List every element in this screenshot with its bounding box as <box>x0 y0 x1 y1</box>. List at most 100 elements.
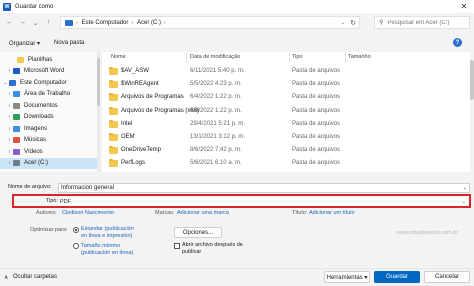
location-icon <box>13 148 20 155</box>
sidebar-item[interactable]: › Microsoft Word <box>0 66 97 77</box>
sidebar-item[interactable]: › Downloads <box>0 112 97 123</box>
file-date: 13/1/2021 3:12 p. m. <box>190 134 246 140</box>
optimize-minimum-line2[interactable]: (publicación en línea) <box>81 250 133 256</box>
address-field[interactable]: › Este Computador › Acer (C:) › ⌄ ↻ <box>60 16 360 29</box>
file-list-scrollbar-thumb[interactable] <box>470 60 474 100</box>
location-icon <box>13 114 20 120</box>
optimize-standard-radio[interactable] <box>73 227 79 233</box>
file-date: 6/4/2022 1:22 p. m. <box>190 94 242 101</box>
sidebar-item[interactable]: Planilhas <box>0 54 97 65</box>
breadcrumb-separator: › <box>131 19 134 26</box>
open-after-publish-line1[interactable]: Abrir archivo después de <box>182 242 243 248</box>
file-list-scrollbar[interactable] <box>470 52 474 172</box>
column-divider[interactable] <box>186 53 187 63</box>
sidebar-item[interactable]: › Acer (C:) <box>0 157 97 169</box>
new-folder-button[interactable]: Nova pasta <box>54 40 84 46</box>
search-icon: ⚲ <box>379 20 384 26</box>
close-window-button[interactable]: ✕ <box>457 1 471 12</box>
expand-chevron-icon[interactable]: › <box>6 114 13 120</box>
file-row[interactable]: Arquivos de Programas (x86) 6/4/2022 1:22… <box>102 105 474 118</box>
tools-menu-button[interactable]: Herramientas ▾ <box>324 271 370 283</box>
open-after-publish-line2[interactable]: publicar <box>182 249 201 255</box>
optimize-minimum-line1[interactable]: Tamaño mínimo <box>81 243 120 249</box>
file-type-dropdown-icon[interactable]: ⌄ <box>462 199 466 205</box>
organize-menu-button[interactable]: Organizar ▾ <box>9 40 40 47</box>
add-title-link[interactable]: Adicionar um título <box>309 210 355 216</box>
column-header-type[interactable]: Tipo <box>292 54 303 60</box>
sidebar-scrollbar[interactable] <box>97 52 100 172</box>
filename-dropdown-icon[interactable]: ⌄ <box>463 185 467 191</box>
expand-chevron-icon[interactable]: › <box>6 126 13 132</box>
sidebar-scrollbar-thumb[interactable] <box>97 58 100 106</box>
file-date: 5/5/2022 4:23 p. m. <box>190 81 242 88</box>
expand-chevron-icon[interactable]: › <box>6 103 13 109</box>
filename-input[interactable]: Informacion general ⌄ <box>58 183 470 193</box>
column-divider[interactable] <box>289 53 290 63</box>
sidebar-item[interactable]: › Vídeos <box>0 146 97 157</box>
hide-folders-button[interactable]: Ocultar carpetas <box>13 274 57 280</box>
file-row[interactable]: OneDriveTemp 8/6/2022 7:42 p. m. Pasta de … <box>102 144 474 157</box>
sidebar-item[interactable]: ⌄ Este Computador <box>0 77 97 88</box>
open-after-publish-checkbox[interactable] <box>174 243 180 249</box>
search-box[interactable]: ⚲ <box>374 16 470 29</box>
expand-chevron-icon[interactable]: › <box>6 137 13 143</box>
breadcrumb-separator: › <box>164 19 166 26</box>
optimize-minimum-radio[interactable] <box>73 243 79 249</box>
recent-locations-icon[interactable]: ⌄ <box>30 17 41 28</box>
refresh-icon[interactable]: ↻ <box>350 19 356 27</box>
up-arrow-icon[interactable]: ↑ <box>43 17 54 28</box>
column-divider[interactable] <box>345 53 346 63</box>
hide-folders-icon[interactable]: ∧ <box>4 274 8 281</box>
expand-chevron-icon[interactable]: › <box>6 68 13 74</box>
location-icon <box>13 68 20 74</box>
optimize-standard-line1[interactable]: Estandar (publicación <box>81 226 134 232</box>
options-button[interactable]: Opciones... <box>174 227 222 238</box>
breadcrumb-este-computador[interactable]: Este Computador <box>82 20 129 26</box>
sidebar-item[interactable]: › Músicas <box>0 135 97 146</box>
filename-value[interactable]: Informacion general <box>61 185 114 191</box>
expand-chevron-icon[interactable]: › <box>6 160 13 166</box>
cancel-button[interactable]: Cancelar <box>424 271 470 283</box>
expand-chevron-icon[interactable]: › <box>6 91 13 97</box>
search-input[interactable] <box>387 19 468 26</box>
expand-chevron-icon[interactable]: › <box>6 149 13 155</box>
help-icon[interactable]: ? <box>453 38 462 47</box>
folder-icon <box>109 119 118 128</box>
save-button[interactable]: Guardar <box>374 271 420 283</box>
sidebar-item[interactable]: › Área de Trabalho <box>0 89 97 100</box>
add-tag-link[interactable]: Adicionar uma marca <box>177 210 229 216</box>
column-header-date[interactable]: Data de modificação <box>190 54 240 60</box>
sidebar-item-label: Microsoft Word <box>24 68 65 74</box>
file-type-select[interactable]: PDF ⌄ <box>58 198 468 206</box>
file-row[interactable]: Arquivos de Programas 6/4/2022 1:22 p. m.… <box>102 91 474 104</box>
location-icon <box>9 79 16 86</box>
folder-icon <box>109 67 118 75</box>
breadcrumb-acer-c[interactable]: Acer (C:) <box>137 20 161 26</box>
forward-arrow-icon[interactable]: → <box>17 17 28 28</box>
file-row[interactable]: OEM 13/1/2021 3:12 p. m. Pasta de arquivos <box>102 131 474 144</box>
file-date: 6/11/2021 5:40 p. m. <box>190 68 245 74</box>
column-header-name[interactable]: Nome <box>111 54 126 60</box>
sidebar-item[interactable]: › Documentos <box>0 100 97 111</box>
folder-icon <box>109 93 118 102</box>
column-header-size[interactable]: Tamanho <box>348 54 371 60</box>
address-dropdown-icon[interactable]: ⌄ <box>341 20 345 26</box>
word-app-icon: W <box>3 2 11 11</box>
file-type: Pasta de arquivos <box>292 147 341 154</box>
optimize-standard-line2[interactable]: en línea e impresión) <box>81 233 132 239</box>
location-icon <box>13 102 20 109</box>
folder-icon <box>109 146 118 155</box>
file-row[interactable]: $AV_ASW 6/11/2021 5:40 p. m. Pasta de arqu… <box>102 65 474 78</box>
window-title: Guardar como <box>15 3 54 10</box>
address-toolbar: ← → ⌄ ↑ › Este Computador › Acer (C:) › … <box>0 13 474 32</box>
sidebar-item[interactable]: › Imagens <box>0 123 97 134</box>
authors-value[interactable]: Cledison Nascimento <box>62 210 114 216</box>
back-arrow-icon[interactable]: ← <box>4 17 15 28</box>
file-row[interactable]: Intel 29/4/2021 5:21 p. m. Pasta de arquiv… <box>102 118 474 131</box>
expand-chevron-icon[interactable]: ⌄ <box>2 80 9 86</box>
file-type-label: Tipo: <box>46 198 59 204</box>
file-type-value[interactable]: PDF <box>60 199 71 205</box>
file-row[interactable]: $WinREAgent 5/5/2022 4:23 p. m. Pasta de a… <box>102 78 474 91</box>
file-row[interactable]: PerfLogs 5/6/2021 6:10 a. m. Pasta de arqu… <box>102 157 474 170</box>
location-icon <box>13 137 20 143</box>
